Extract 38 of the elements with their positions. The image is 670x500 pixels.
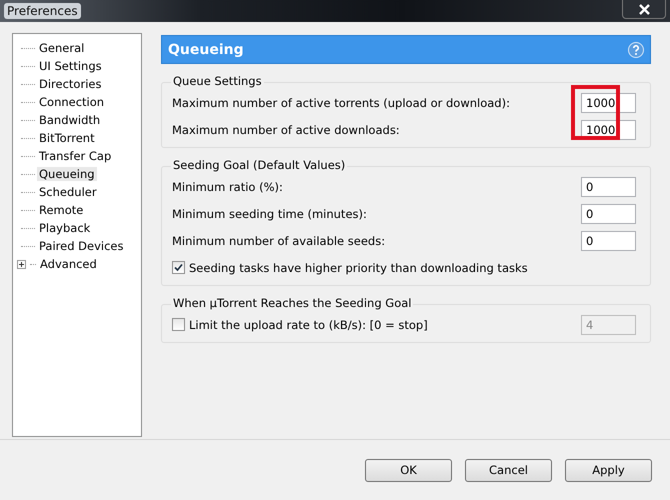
checkbox-label: Seeding tasks have higher priority than downloading tasks <box>189 260 528 274</box>
help-icon[interactable] <box>628 42 644 58</box>
number-field[interactable]: 0 <box>581 230 636 250</box>
number-field[interactable]: 1000 <box>581 92 636 112</box>
tree-item[interactable]: Scheduler <box>37 185 99 199</box>
window-title: Preferences <box>4 3 81 19</box>
field-label: Maximum number of active torrents (upload or download): <box>172 96 510 110</box>
tree-item[interactable]: Remote <box>37 203 86 217</box>
number-field[interactable]: 0 <box>581 176 636 196</box>
group-title: Queue Settings <box>171 74 264 88</box>
field-label: Minimum number of available seeds: <box>172 234 386 248</box>
tree-item[interactable]: Transfer Cap <box>37 149 114 163</box>
tree-item[interactable]: Paired Devices <box>37 239 126 253</box>
section-title: Queueing <box>168 42 244 58</box>
tree-item[interactable]: Bandwidth <box>37 113 102 127</box>
dialog-button[interactable]: OK <box>365 458 452 482</box>
tree-item[interactable]: UI Settings <box>37 59 104 73</box>
field-label: Minimum seeding time (minutes): <box>172 206 367 220</box>
close-icon <box>638 4 650 14</box>
tree-item[interactable]: Queueing <box>37 167 97 181</box>
tree-item[interactable]: Directories <box>37 77 104 91</box>
tree-item[interactable]: Connection <box>37 95 106 109</box>
checkbox-label: Limit the upload rate to (kB/s): [0 = stop] <box>189 318 428 332</box>
field-label: Minimum ratio (%): <box>172 180 283 194</box>
dialog-button[interactable]: Cancel <box>465 458 552 482</box>
dialog-button[interactable]: Apply <box>565 458 652 482</box>
tree-item[interactable]: Advanced <box>38 257 99 271</box>
close-button[interactable] <box>622 0 666 19</box>
tree-item[interactable]: BitTorrent <box>37 131 97 145</box>
tree-item[interactable]: General <box>37 41 86 55</box>
tree-item[interactable]: Playback <box>37 221 92 235</box>
number-field[interactable]: 0 <box>581 204 636 224</box>
group-title: Seeding Goal (Default Values) <box>171 158 348 172</box>
group-title: When µTorrent Reaches the Seeding Goal <box>171 296 414 310</box>
expand-icon[interactable] <box>17 260 26 268</box>
checkbox[interactable] <box>172 261 185 274</box>
check-icon <box>174 263 183 272</box>
field-label: Maximum number of active downloads: <box>172 122 400 136</box>
